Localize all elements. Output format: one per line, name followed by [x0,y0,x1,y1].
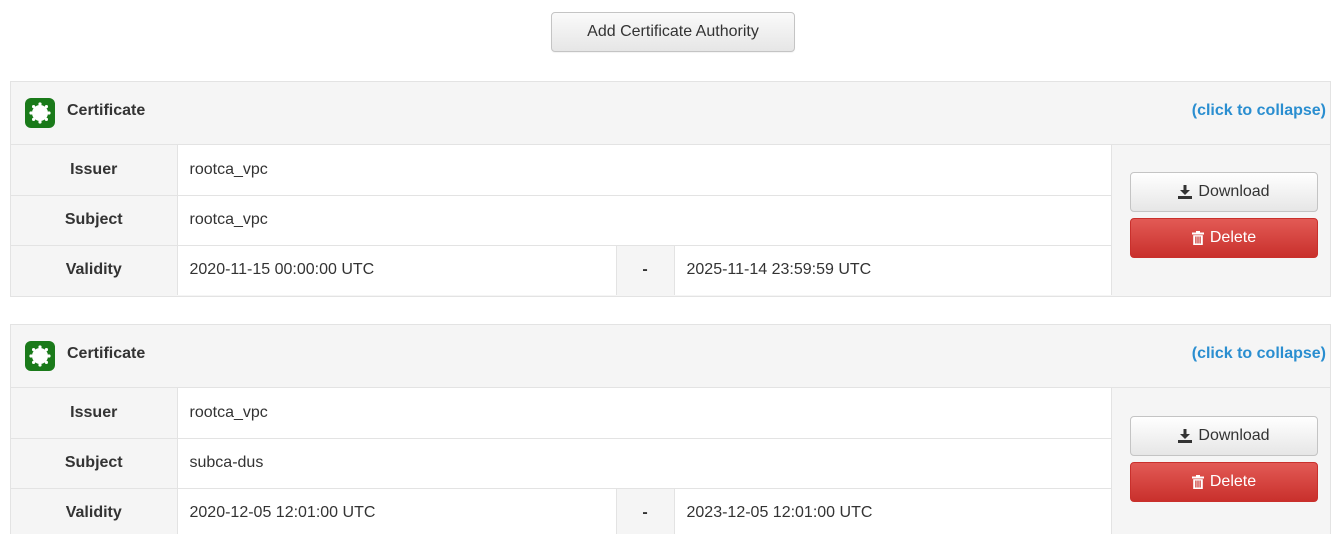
table-row: Issuer rootca_vpc [11,388,1112,439]
issuer-value: rootca_vpc [177,388,1112,439]
delete-label: Delete [1209,229,1257,246]
issuer-label: Issuer [11,145,178,196]
certificate-icon [25,341,55,371]
delete-button[interactable]: Delete [1130,462,1318,502]
certificate-panel-header[interactable]: Certificate (click to collapse) [11,82,1330,145]
certificate-title: Certificate [67,345,146,362]
page: Add Certificate Authority Certificate (c… [0,0,1331,534]
validity-label: Validity [11,488,178,534]
valid-to-value: 2023-12-05 12:01:00 UTC [674,488,1112,534]
collapse-link[interactable]: (click to collapse) [1192,102,1326,120]
subject-value: rootca_vpc [177,195,1112,246]
trash-icon [1191,231,1204,245]
subject-value: subca-dus [177,438,1112,489]
issuer-label: Issuer [11,388,178,439]
subject-label: Subject [11,195,178,246]
download-icon [1178,429,1193,443]
download-icon [1178,185,1193,199]
table-row: Subject subca-dus [11,438,1112,489]
download-label: Download [1198,427,1270,444]
certificate-panel: Certificate (click to collapse) Issuer r… [10,81,1331,297]
validity-separator: - [616,488,675,534]
valid-from-value: 2020-11-15 00:00:00 UTC [177,245,617,295]
subject-label: Subject [11,438,178,489]
add-certificate-authority-button[interactable]: Add Certificate Authority [551,12,795,52]
issuer-value: rootca_vpc [177,145,1112,196]
table-row: Validity 2020-12-05 12:01:00 UTC - 2023-… [11,488,1112,534]
valid-to-value: 2025-11-14 23:59:59 UTC [674,245,1112,295]
certificate-panel-header[interactable]: Certificate (click to collapse) [11,325,1330,388]
certificate-panel: Certificate (click to collapse) Issuer r… [10,324,1331,534]
valid-from-value: 2020-12-05 12:01:00 UTC [177,488,617,534]
table-row: Issuer rootca_vpc [11,145,1112,196]
validity-separator: - [616,245,675,295]
table-row: Validity 2020-11-15 00:00:00 UTC - 2025-… [11,245,1112,295]
delete-label: Delete [1209,473,1257,490]
certificate-actions: Download Delete [1130,172,1320,258]
download-button[interactable]: Download [1130,172,1318,212]
certificate-title: Certificate [67,102,146,119]
certificate-actions: Download Delete [1130,416,1320,502]
certificate-details-table: Issuer rootca_vpc Subject rootca_vpc Val… [11,145,1112,295]
trash-icon [1191,475,1204,489]
download-button[interactable]: Download [1130,416,1318,456]
certificate-details-table: Issuer rootca_vpc Subject subca-dus Vali… [11,388,1112,534]
table-row: Subject rootca_vpc [11,195,1112,246]
validity-label: Validity [11,245,178,295]
download-label: Download [1198,183,1270,200]
collapse-link[interactable]: (click to collapse) [1192,345,1326,363]
delete-button[interactable]: Delete [1130,218,1318,258]
certificate-icon [25,98,55,128]
